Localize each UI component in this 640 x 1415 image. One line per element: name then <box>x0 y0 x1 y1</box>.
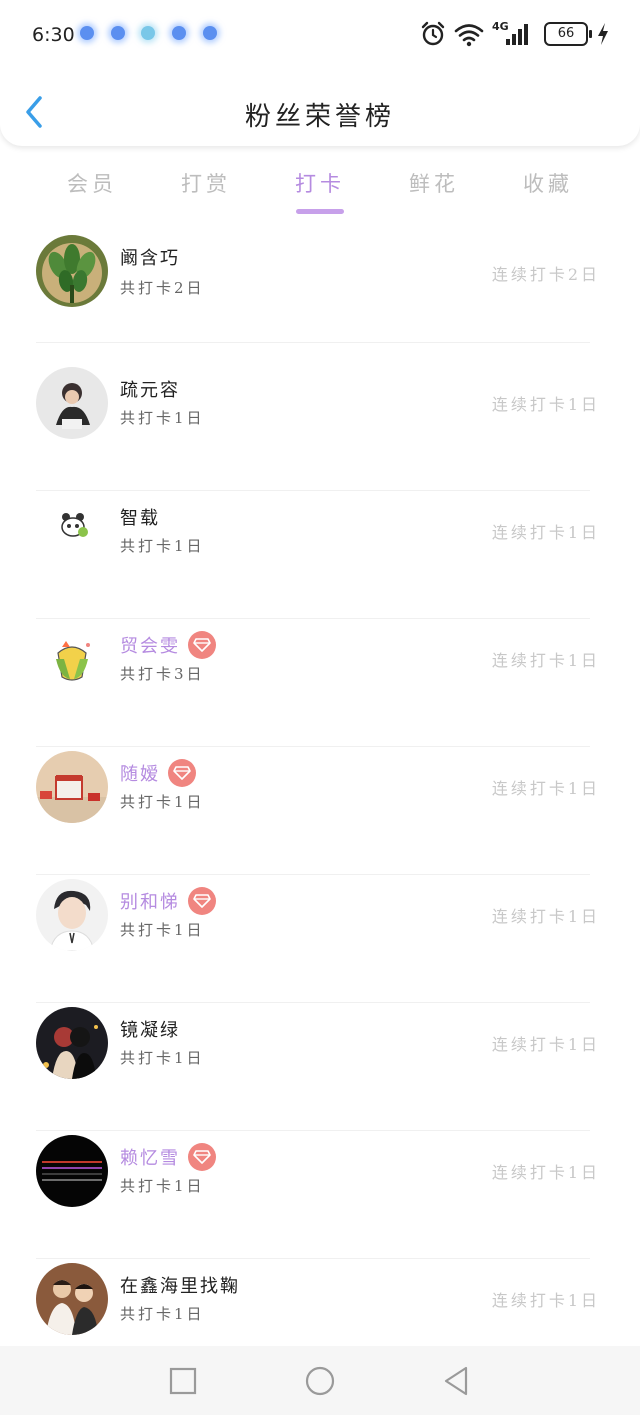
total-checkins: 共打卡1日 <box>120 793 205 811</box>
checkin-streak: 连续打卡2日 <box>491 265 600 284</box>
tab-membership[interactable]: 会员 <box>37 168 147 198</box>
avatar <box>36 1135 108 1207</box>
total-checkins: 共打卡1日 <box>120 409 205 427</box>
checkin-streak: 连续打卡1日 <box>491 523 600 542</box>
checkin-streak: 连续打卡1日 <box>491 1035 600 1054</box>
username: 镜凝绿 <box>120 1020 180 1041</box>
status-time: 6:30 <box>32 24 75 46</box>
username: 阚含巧 <box>120 248 180 269</box>
charging-icon <box>598 23 608 45</box>
username-line: 阚含巧 <box>120 243 180 271</box>
couple-night-avatar <box>36 1007 108 1079</box>
total-checkins: 共打卡1日 <box>120 921 205 939</box>
list-item[interactable]: 赖忆雪 共打卡1日 连续打卡1日 <box>0 1131 640 1259</box>
username-line: 镜凝绿 <box>120 1015 180 1043</box>
username-line: 别和悌 <box>120 887 216 915</box>
child-photo-avatar <box>36 367 108 439</box>
battery-icon: 66 <box>544 22 592 46</box>
list-item[interactable]: 镜凝绿 共打卡1日 连续打卡1日 <box>0 1003 640 1131</box>
checkin-streak: 连续打卡1日 <box>491 651 600 670</box>
username: 贸会雯 <box>120 636 180 657</box>
username: 随嫒 <box>120 764 160 785</box>
avatar <box>36 751 108 823</box>
status-bar: 6:30 4G 66 <box>0 0 640 70</box>
status-icons: 4G 66 <box>420 20 610 48</box>
checkin-streak: 连续打卡1日 <box>491 1163 600 1182</box>
tab-checkin[interactable]: 打卡 <box>265 168 375 198</box>
tab-favorites[interactable]: 收藏 <box>493 168 603 198</box>
app-notification-icon <box>172 26 186 40</box>
list-item[interactable]: 随嫒 共打卡1日 连续打卡1日 <box>0 747 640 875</box>
username-line: 贸会雯 <box>120 631 216 659</box>
avatar <box>36 235 108 307</box>
avatar <box>36 367 108 439</box>
total-checkins: 共打卡1日 <box>120 1305 205 1323</box>
checkin-streak: 连续打卡1日 <box>491 1291 600 1310</box>
avatar <box>36 1263 108 1335</box>
username-line: 疏元容 <box>120 375 180 403</box>
username-line: 在鑫海里找鞠 <box>120 1271 240 1299</box>
total-checkins: 共打卡2日 <box>120 279 205 297</box>
divider <box>36 342 590 343</box>
vip-diamond-icon <box>188 631 216 659</box>
panda-cartoon-avatar <box>36 495 108 567</box>
app-notification-icon <box>141 26 155 40</box>
header-card: 6:30 4G 66 粉丝荣誉榜 <box>0 0 640 146</box>
wifi-icon <box>454 24 484 47</box>
username-line: 智载 <box>120 503 160 531</box>
dark-text-avatar <box>36 1135 108 1207</box>
username-line: 赖忆雪 <box>120 1143 216 1171</box>
vip-diamond-icon <box>188 887 216 915</box>
cake-photo-avatar <box>36 751 108 823</box>
username: 在鑫海里找鞠 <box>120 1276 240 1297</box>
tab-flowers[interactable]: 鲜花 <box>379 168 489 198</box>
list-item[interactable]: 智载 共打卡1日 连续打卡1日 <box>0 491 640 619</box>
signal-icon: 4G <box>492 20 532 48</box>
home-icon[interactable] <box>303 1364 337 1398</box>
page-title: 粉丝荣誉榜 <box>244 102 395 132</box>
corn-cartoon-avatar <box>36 623 108 695</box>
avatar <box>36 495 108 567</box>
back-icon[interactable] <box>440 1364 474 1398</box>
app-notification-icon <box>111 26 125 40</box>
list-item[interactable]: 贸会雯 共打卡3日 连续打卡1日 <box>0 619 640 747</box>
avatar <box>36 623 108 695</box>
system-nav-bar <box>0 1346 640 1415</box>
total-checkins: 共打卡1日 <box>120 537 205 555</box>
checkin-streak: 连续打卡1日 <box>491 907 600 926</box>
tab-tips[interactable]: 打赏 <box>151 168 261 198</box>
app-notification-icon <box>203 26 217 40</box>
app-notification-icon <box>80 26 94 40</box>
total-checkins: 共打卡1日 <box>120 1177 205 1195</box>
alarm-icon <box>421 21 445 46</box>
people-photo-avatar <box>36 1263 108 1335</box>
list-item[interactable]: 别和悌 共打卡1日 连续打卡1日 <box>0 875 640 1003</box>
username: 疏元容 <box>120 380 180 401</box>
total-checkins: 共打卡1日 <box>120 1049 205 1067</box>
vip-diamond-icon <box>188 1143 216 1171</box>
username-line: 随嫒 <box>120 759 196 787</box>
list-item[interactable]: 疏元容 共打卡1日 连续打卡1日 <box>0 363 640 491</box>
username: 别和悌 <box>120 892 180 913</box>
vip-diamond-icon <box>168 759 196 787</box>
checkin-streak: 连续打卡1日 <box>491 779 600 798</box>
total-checkins: 共打卡3日 <box>120 665 205 683</box>
list-item[interactable]: 阚含巧 共打卡2日 连续打卡2日 <box>0 235 640 363</box>
avatar <box>36 879 108 951</box>
active-tab-indicator <box>296 209 344 214</box>
boy-photo-avatar <box>36 879 108 951</box>
avatar <box>36 1007 108 1079</box>
username: 智载 <box>120 508 160 529</box>
username: 赖忆雪 <box>120 1148 180 1169</box>
plant-photo-avatar <box>36 235 108 307</box>
battery-level: 66 <box>557 26 575 41</box>
checkin-streak: 连续打卡1日 <box>491 395 600 414</box>
recent-apps-icon[interactable] <box>166 1364 200 1398</box>
